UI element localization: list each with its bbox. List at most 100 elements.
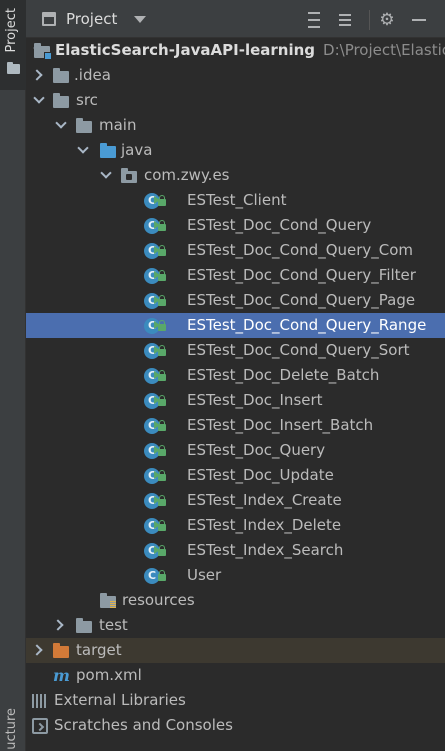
structure-tab-label[interactable]: ucture: [4, 708, 19, 750]
expand-all-button[interactable]: [303, 9, 325, 31]
libraries-icon: [32, 694, 48, 708]
tree-node-class[interactable]: C ESTest_Doc_Cond_Query_Com: [26, 238, 445, 263]
class-label: ESTest_Doc_Query: [187, 441, 326, 459]
folder-icon: [53, 93, 69, 108]
package-icon: [121, 168, 137, 183]
class-label: ESTest_Doc_Cond_Query_Filter: [187, 266, 416, 284]
toolbar-divider: [369, 10, 370, 30]
tree-node-idea[interactable]: .idea: [26, 63, 445, 88]
tree-node-scratches[interactable]: Scratches and Consoles: [26, 713, 445, 738]
access-lock-icon: [158, 220, 166, 231]
tree-node-target[interactable]: target: [26, 638, 445, 663]
tree-node-root[interactable]: ElasticSearch-JavaAPI-learning D:\Project…: [26, 38, 445, 63]
chevron-down-icon[interactable]: [100, 167, 112, 179]
chevron-down-icon[interactable]: [33, 92, 45, 104]
class-label: ESTest_Index_Delete: [187, 516, 342, 534]
minimize-icon: [412, 19, 426, 21]
hide-button[interactable]: [408, 9, 430, 31]
folder-icon: [76, 118, 92, 133]
tree-node-class[interactable]: C ESTest_Index_Create: [26, 488, 445, 513]
access-lock-icon: [158, 270, 166, 281]
tree-node-src[interactable]: src: [26, 88, 445, 113]
tree-node-class[interactable]: C ESTest_Doc_Cond_Query_Filter: [26, 263, 445, 288]
access-lock-icon: [158, 295, 166, 306]
tree-node-class[interactable]: C ESTest_Index_Search: [26, 538, 445, 563]
tree-node-class[interactable]: C ESTest_Doc_Insert_Batch: [26, 413, 445, 438]
access-lock-icon: [158, 570, 166, 581]
project-tool-window: Project ucture Project ⚙ ElasticSearch-J…: [0, 0, 445, 751]
tree-node-class[interactable]: C ESTest_Doc_Insert: [26, 388, 445, 413]
tree-node-class[interactable]: C ESTest_Doc_Cond_Query_Page: [26, 288, 445, 313]
folder-icon: [76, 618, 92, 633]
class-label: ESTest_Client: [187, 191, 287, 209]
tree-node-class[interactable]: C ESTest_Index_Delete: [26, 513, 445, 538]
idea-folder-label: idea: [78, 66, 111, 84]
class-label: ESTest_Doc_Insert: [187, 391, 323, 409]
java-folder-label: java: [121, 141, 153, 159]
chevron-right-icon[interactable]: [52, 619, 64, 631]
tree-node-class[interactable]: C ESTest_Doc_Query: [26, 438, 445, 463]
project-path: D:\Project\ElasticSe: [323, 41, 445, 59]
access-lock-icon: [158, 370, 166, 381]
chevron-right-icon[interactable]: [31, 69, 43, 81]
tree-node-test[interactable]: test: [26, 613, 445, 638]
resources-folder-icon: [100, 593, 116, 608]
collapse-all-button[interactable]: [334, 9, 356, 31]
package-label: com.zwy.es: [144, 166, 230, 184]
class-label: ESTest_Index_Create: [187, 491, 342, 509]
class-label: ESTest_Doc_Cond_Query_Page: [187, 291, 416, 309]
class-label: ESTest_Doc_Delete_Batch: [187, 366, 380, 384]
tree-node-pom[interactable]: m pom.xml: [26, 663, 445, 688]
tree-node-class[interactable]: C ESTest_Doc_Cond_Query: [26, 213, 445, 238]
project-header: Project ⚙: [26, 0, 445, 38]
project-tool-tab[interactable]: Project: [0, 0, 26, 90]
folder-icon: [53, 68, 69, 83]
access-lock-icon: [158, 195, 166, 206]
project-view-icon: [42, 12, 56, 26]
tree-node-java[interactable]: java: [26, 138, 445, 163]
tree-node-class[interactable]: C ESTest_Doc_Cond_Query_Range: [26, 313, 445, 338]
folder-icon: [7, 62, 20, 74]
module-folder-icon: [34, 43, 52, 60]
gear-icon: ⚙: [379, 10, 395, 30]
scratches-icon: [32, 718, 48, 734]
view-selector[interactable]: Project: [66, 10, 117, 28]
class-label: ESTest_Doc_Cond_Query_Com: [187, 241, 414, 259]
access-lock-icon: [158, 320, 166, 331]
project-tree: ElasticSearch-JavaAPI-learning D:\Project…: [26, 38, 445, 738]
access-lock-icon: [158, 445, 166, 456]
tree-node-external-libraries[interactable]: External Libraries: [26, 688, 445, 713]
resources-folder-label: resources: [122, 591, 195, 609]
tree-node-class[interactable]: C ESTest_Doc_Delete_Batch: [26, 363, 445, 388]
chevron-down-icon[interactable]: [77, 142, 89, 154]
tree-node-main[interactable]: main: [26, 113, 445, 138]
project-tab-label: Project: [4, 8, 19, 53]
excluded-folder-icon: [53, 643, 69, 658]
test-folder-label: test: [99, 616, 128, 634]
class-label: User: [187, 566, 222, 584]
tree-node-resources[interactable]: resources: [26, 588, 445, 613]
target-folder-label: target: [76, 641, 122, 659]
chevron-down-icon[interactable]: [55, 117, 67, 129]
class-label: ESTest_Doc_Update: [187, 466, 334, 484]
project-name: ElasticSearch-JavaAPI-learning: [55, 41, 316, 59]
pom-file-label: pom.xml: [76, 666, 142, 684]
access-lock-icon: [158, 245, 166, 256]
external-libraries-label: External Libraries: [54, 691, 186, 709]
access-lock-icon: [158, 545, 166, 556]
tree-node-package[interactable]: com.zwy.es: [26, 163, 445, 188]
expand-all-icon: [308, 12, 320, 14]
tree-node-class[interactable]: C ESTest_Doc_Cond_Query_Sort: [26, 338, 445, 363]
class-label: ESTest_Doc_Cond_Query_Sort: [187, 341, 410, 359]
scratches-label: Scratches and Consoles: [54, 716, 233, 734]
tree-node-class[interactable]: C ESTest_Client: [26, 188, 445, 213]
tree-node-class[interactable]: C User: [26, 563, 445, 588]
source-folder-icon: [100, 143, 116, 158]
access-lock-icon: [158, 520, 166, 531]
dropdown-caret-icon[interactable]: [134, 16, 146, 23]
class-label: ESTest_Doc_Insert_Batch: [187, 416, 374, 434]
settings-button[interactable]: ⚙: [376, 9, 398, 31]
chevron-right-icon[interactable]: [31, 644, 43, 656]
tree-node-class[interactable]: C ESTest_Doc_Update: [26, 463, 445, 488]
class-label: ESTest_Index_Search: [187, 541, 344, 559]
